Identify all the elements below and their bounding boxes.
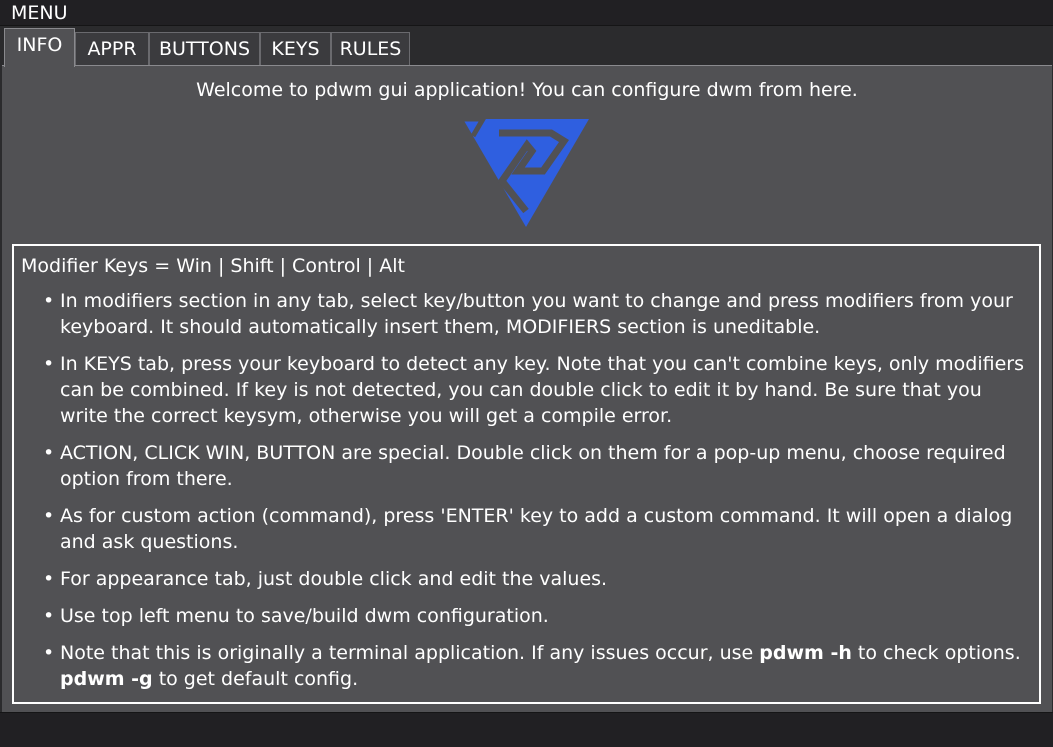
modifier-keys-line: Modifier Keys = Win | Shift | Control | … [21,255,405,277]
note-text: to check options. [851,642,1021,664]
list-item: Use top left menu to save/build dwm conf… [43,603,1028,629]
tab-rules[interactable]: RULES [331,32,410,66]
info-box: Modifier Keys = Win | Shift | Control | … [12,244,1041,704]
menu-bar: MENU [0,0,1053,26]
list-item: In modifiers section in any tab, select … [43,288,1028,340]
tab-bar: INFO APPR BUTTONS KEYS RULES [0,26,1053,67]
list-item: ACTION, CLICK WIN, BUTTON are special. D… [43,440,1028,492]
note-text: to get default config. [152,668,359,690]
list-item: For appearance tab, just double click an… [43,566,1028,592]
tab-keys[interactable]: KEYS [260,32,331,66]
list-item: In KEYS tab, press your keyboard to dete… [43,351,1028,429]
list-item: Note that this is originally a terminal … [43,640,1028,692]
help-command: pdwm -h [759,642,852,664]
tab-buttons[interactable]: BUTTONS [149,32,260,66]
note-text: Note that this is originally a terminal … [60,642,760,664]
pdwm-logo-icon [463,119,589,227]
info-panel: Welcome to pdwm gui application! You can… [2,65,1052,712]
status-bar [0,712,1053,747]
tab-appr[interactable]: APPR [75,32,149,66]
instructions-list: In modifiers section in any tab, select … [43,288,1028,703]
welcome-text: Welcome to pdwm gui application! You can… [196,79,858,101]
default-config-command: pdwm -g [60,668,153,690]
menu-button[interactable]: MENU [11,1,68,25]
tab-info[interactable]: INFO [4,28,75,67]
list-item: As for custom action (command), press 'E… [43,503,1028,555]
